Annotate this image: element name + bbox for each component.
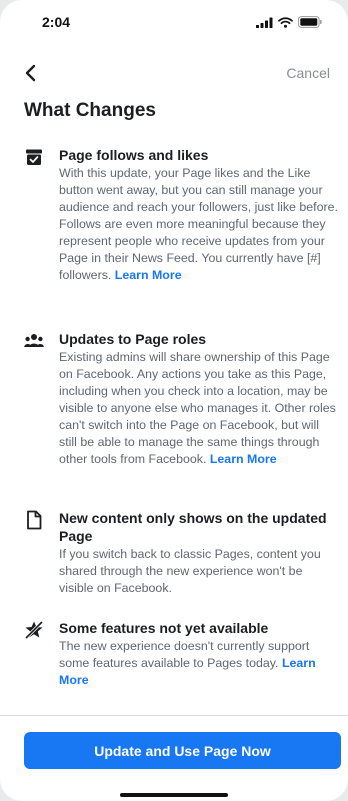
status-icons	[256, 16, 322, 28]
cancel-button[interactable]: Cancel	[286, 65, 330, 81]
section-heading: Page follows and likes	[59, 147, 209, 163]
section-heading: Some features not yet available	[59, 620, 269, 636]
section-page-roles: Updates to Page roles Existing admins wi…	[24, 330, 340, 468]
wifi-icon	[278, 16, 293, 28]
section-features: Some features not yet available The new …	[24, 619, 340, 689]
update-and-use-page-button[interactable]: Update and Use Page Now	[24, 732, 341, 769]
section-body-text: The new experience doesn't currently sup…	[59, 639, 310, 670]
section-body-text: Existing admins will share ownership of …	[59, 350, 336, 466]
box-check-icon	[24, 147, 44, 167]
learn-more-link[interactable]: Learn More	[210, 452, 277, 466]
phone-screen: 2:04 Cancel What Changes Page follows an…	[0, 0, 348, 801]
section-body: The new experience doesn't currently sup…	[59, 638, 340, 689]
section-new-content: New content only shows on the updated Pa…	[24, 509, 340, 597]
page-title: What Changes	[24, 100, 156, 121]
status-time: 2:04	[42, 14, 71, 30]
section-body: With this update, your Page likes and th…	[59, 165, 340, 284]
section-heading: New content only shows on the updated Pa…	[59, 510, 327, 544]
section-page-follows: Page follows and likes With this update,…	[24, 146, 340, 284]
section-body-text: With this update, your Page likes and th…	[59, 166, 338, 282]
footer-divider	[0, 715, 348, 716]
battery-icon	[298, 16, 322, 28]
home-indicator	[120, 793, 228, 797]
document-icon	[24, 510, 44, 530]
learn-more-link[interactable]: Learn More	[115, 268, 182, 282]
status-bar: 2:04	[0, 0, 348, 44]
section-body-text: If you switch back to classic Pages, con…	[59, 547, 321, 595]
back-button[interactable]	[24, 61, 48, 85]
signal-icon	[256, 17, 273, 28]
star-off-icon	[24, 620, 44, 640]
chevron-left-icon	[25, 64, 36, 82]
nav-bar: Cancel	[0, 58, 348, 88]
section-body: If you switch back to classic Pages, con…	[59, 546, 340, 597]
people-group-icon	[24, 331, 44, 351]
section-body: Existing admins will share ownership of …	[59, 349, 340, 468]
section-heading: Updates to Page roles	[59, 331, 207, 347]
